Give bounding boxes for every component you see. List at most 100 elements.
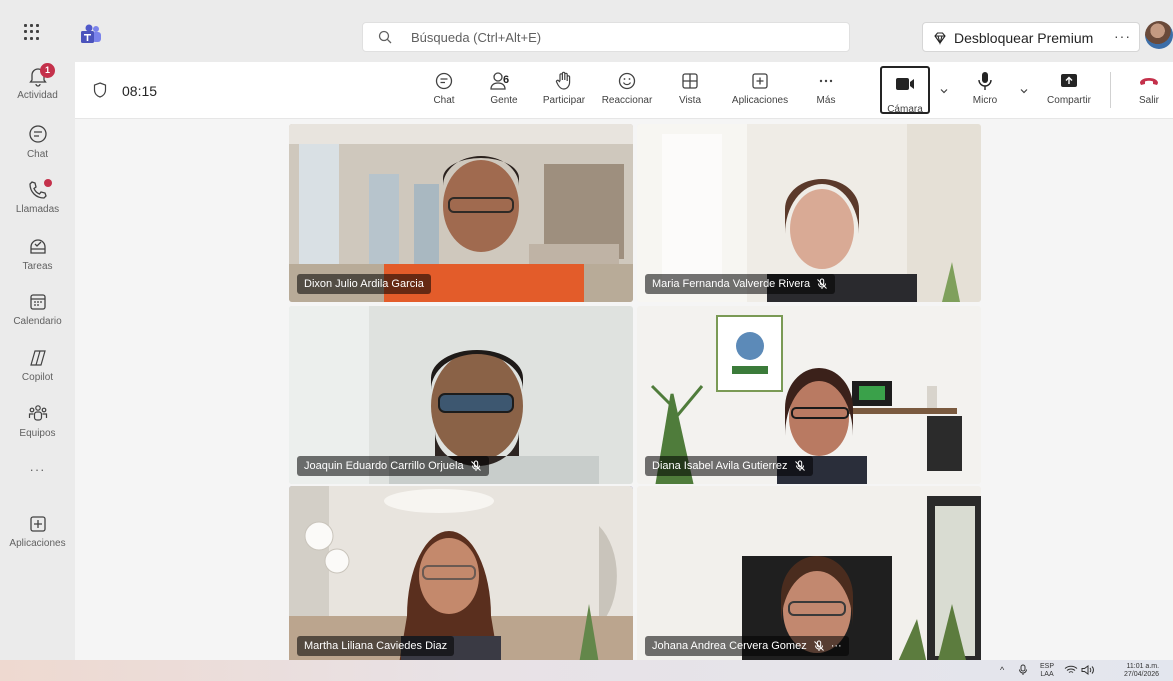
rail-item-actividad[interactable]: 1 Actividad [0, 63, 75, 114]
participant-tile[interactable]: Joaquin Eduardo Carrillo Orjuela [289, 306, 633, 484]
rail-label: Aplicaciones [9, 538, 66, 549]
rail-more-button[interactable]: ··· [0, 462, 75, 486]
tray-mic-icon[interactable] [1018, 664, 1028, 676]
tasks-icon [29, 239, 46, 254]
copilot-icon [29, 350, 46, 366]
calls-notification-dot [44, 179, 52, 187]
participant-name-tag: Maria Fernanda Valverde Rivera [645, 274, 836, 294]
teams-window: Búsqueda (Ctrl+Alt+E) Desbloquear Premiu… [0, 0, 1173, 681]
rail-label: Chat [26, 149, 49, 160]
rail-item-copilot[interactable]: Copilot [0, 346, 75, 396]
more-button[interactable]: Más [812, 70, 840, 114]
participant-tile[interactable]: Maria Fernanda Valverde Rivera [637, 124, 981, 302]
app-launcher-icon[interactable] [24, 24, 40, 40]
chat-icon [28, 125, 47, 143]
participant-tile[interactable]: Dixon Julio Ardila Garcia [289, 124, 633, 302]
participant-name: Johana Andrea Cervera Gomez [652, 640, 807, 652]
rail-item-chat[interactable]: Chat [0, 123, 75, 173]
share-button[interactable]: Compartir [1039, 70, 1099, 114]
share-label: Compartir [1047, 95, 1091, 106]
mic-button[interactable]: Micro [970, 70, 1000, 114]
shield-icon [93, 82, 107, 98]
view-label: Vista [678, 95, 702, 106]
toolbar-divider [1110, 72, 1111, 108]
hand-icon [555, 71, 571, 90]
video-stage: Dixon Julio Ardila Garcia Maria Fernanda… [75, 120, 1173, 664]
rail-item-equipos[interactable]: Equipos [0, 402, 75, 452]
participant-name-tag: Dixon Julio Ardila Garcia [297, 274, 431, 294]
leave-button[interactable]: Salir [1133, 70, 1165, 114]
rail-item-aplicaciones[interactable]: Aplicaciones [0, 512, 75, 562]
add-app-icon [752, 73, 768, 89]
rail-item-llamadas[interactable]: Llamadas [0, 178, 75, 228]
rail-label: Actividad [17, 90, 58, 101]
view-button[interactable]: Vista [674, 70, 706, 114]
participant-name-tag: Johana Andrea Cervera Gomez ··· [645, 636, 849, 656]
more-label: Más [816, 95, 836, 106]
rail-label: Equipos [19, 428, 56, 439]
clock[interactable]: 11:01 a.m. 27/04/2026 [1124, 663, 1159, 679]
participant-name-tag: Diana Isabel Avila Gutierrez [645, 456, 813, 476]
user-avatar[interactable] [1145, 21, 1173, 49]
participant-name: Martha Liliana Caviedes Diaz [304, 640, 448, 652]
camera-button[interactable]: Cámara [880, 66, 930, 115]
speaker-icon[interactable] [1081, 665, 1095, 675]
rail-label: Calendario [13, 316, 62, 327]
more-options-button[interactable]: ··· [1114, 28, 1131, 44]
rail-label: Llamadas [15, 204, 60, 215]
diamond-icon [934, 32, 946, 46]
mic-muted-icon [794, 460, 805, 471]
participant-tile[interactable]: Diana Isabel Avila Gutierrez [637, 306, 981, 484]
apps-button[interactable]: Aplicaciones [725, 70, 795, 114]
participant-name-tag: Martha Liliana Caviedes Diaz [297, 636, 455, 656]
lang-bottom: LAA [1040, 671, 1054, 678]
meeting-timer: 08:15 [122, 83, 158, 99]
participant-name-tag: Joaquin Eduardo Carrillo Orjuela [297, 456, 489, 476]
video-camera-icon [896, 78, 914, 90]
rail-item-calendario[interactable]: Calendario [0, 290, 75, 340]
chevron-up-icon[interactable]: ^ [1000, 666, 1004, 675]
app-rail: 1 Actividad Chat Llamadas Tareas Calenda… [0, 62, 75, 660]
apps-label: Aplicaciones [731, 95, 789, 106]
rail-label: Tareas [22, 261, 53, 272]
mic-options-chevron-down-icon[interactable] [1019, 86, 1029, 96]
apps-icon [29, 516, 46, 532]
clock-date: 27/04/2026 [1124, 671, 1160, 678]
mic-label: Micro [972, 95, 998, 106]
participant-tile[interactable]: Johana Andrea Cervera Gomez ··· [637, 486, 981, 664]
camera-label: Cámara [887, 104, 923, 115]
search-placeholder: Búsqueda (Ctrl+Alt+E) [411, 30, 542, 45]
participant-tile-active-speaker[interactable]: Martha Liliana Caviedes Diaz [289, 486, 633, 664]
title-bar: Búsqueda (Ctrl+Alt+E) Desbloquear Premiu… [0, 0, 1173, 62]
clock-time: 11:01 a.m. [1126, 663, 1160, 670]
react-label: Reaccionar [601, 95, 653, 106]
search-icon [378, 30, 392, 44]
people-label: Gente [490, 95, 518, 106]
calendar-icon [29, 294, 46, 310]
wifi-icon[interactable] [1064, 665, 1078, 675]
search-box[interactable]: Búsqueda (Ctrl+Alt+E) [362, 22, 850, 52]
rail-label: Copilot [21, 372, 54, 383]
react-button[interactable]: Reaccionar [599, 70, 655, 114]
raise-label: Participar [542, 95, 586, 106]
hang-up-icon [1140, 78, 1158, 85]
chat-button[interactable]: Chat [428, 70, 460, 114]
tile-more-icon[interactable]: ··· [831, 636, 842, 656]
mic-muted-icon [817, 278, 828, 289]
participant-name: Joaquin Eduardo Carrillo Orjuela [304, 460, 464, 472]
participant-name: Dixon Julio Ardila Garcia [304, 278, 424, 290]
more-icon [819, 79, 833, 83]
input-language[interactable]: ESP LAA [1040, 663, 1054, 679]
meeting-toolbar: 08:15 Chat 6 Gente Participar Reaccionar… [75, 62, 1173, 119]
emoji-icon [618, 72, 636, 90]
unlock-premium-button[interactable]: Desbloquear Premium ··· [922, 22, 1140, 52]
camera-options-chevron-down-icon[interactable] [939, 86, 949, 96]
people-button[interactable]: 6 Gente [484, 70, 524, 114]
participant-name: Maria Fernanda Valverde Rivera [652, 278, 811, 290]
grid-view-icon [682, 73, 698, 89]
rail-item-tareas[interactable]: Tareas [0, 235, 75, 285]
share-screen-icon [1061, 74, 1077, 87]
teams-logo-icon [81, 24, 101, 43]
people-count: 6 [503, 74, 510, 86]
raise-hand-button[interactable]: Participar [538, 70, 590, 114]
